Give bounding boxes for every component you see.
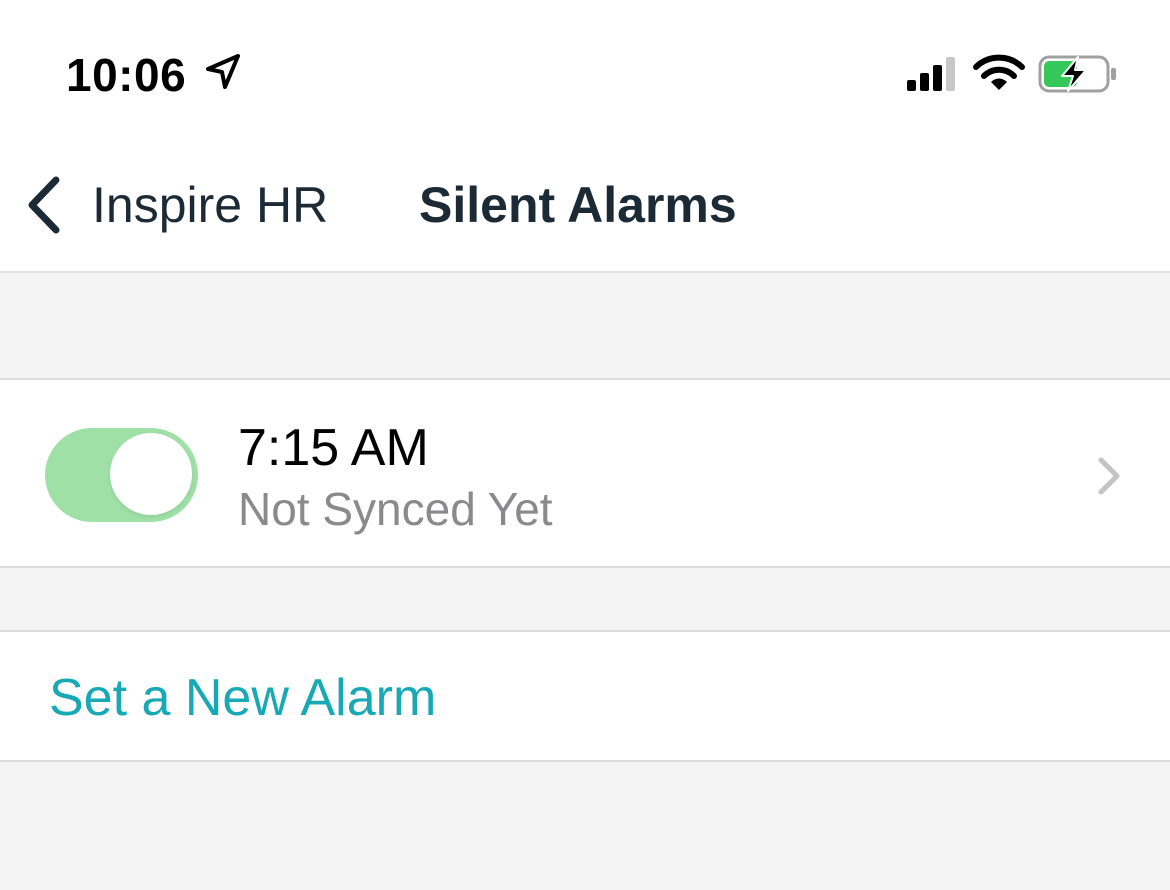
wifi-icon [973,54,1025,90]
chevron-right-icon [1098,457,1120,495]
back-button-label: Inspire HR [92,177,329,233]
status-bar-time: 10:06 [66,49,187,101]
set-new-alarm-label: Set a New Alarm [49,669,437,727]
chevron-left-icon [28,176,60,234]
set-new-alarm-button[interactable]: Set a New Alarm [0,630,1170,762]
battery-charging-icon [1038,55,1116,93]
alarm-time: 7:15 AM [238,419,429,477]
cellular-signal-icon [907,57,955,91]
silent-alarms-screen: 10:06 Inspire HR Silent Alarms 7:15 AM N… [0,0,1170,890]
location-arrow-icon [206,54,240,89]
toggle-knob [110,433,192,515]
alarm-row[interactable]: 7:15 AM Not Synced Yet [0,378,1170,568]
header-area: 10:06 Inspire HR Silent Alarms [0,0,1170,273]
alarm-enabled-toggle[interactable] [45,428,198,522]
alarm-sync-status: Not Synced Yet [238,483,553,535]
back-button[interactable]: Inspire HR [24,170,328,240]
page-title: Silent Alarms [419,177,737,233]
